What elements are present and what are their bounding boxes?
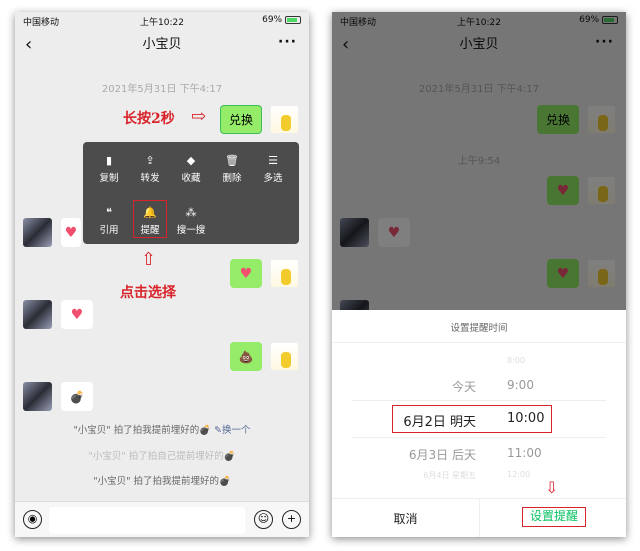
bomb-emoji-icon: 💣 bbox=[69, 389, 85, 404]
change-one-link[interactable]: ✎换一个 bbox=[214, 425, 250, 436]
avatar-me[interactable] bbox=[270, 342, 299, 371]
avatar-me[interactable] bbox=[270, 105, 299, 134]
avatar-friend[interactable] bbox=[23, 382, 52, 411]
message-bubble[interactable]: 💣 bbox=[61, 382, 93, 411]
menu-forward[interactable]: ⇪ 转发 bbox=[130, 154, 170, 184]
menu-delete[interactable]: 🗑 删除 bbox=[212, 154, 252, 184]
message-input[interactable] bbox=[49, 507, 245, 534]
menu-quote[interactable]: ❝ 引用 bbox=[89, 206, 129, 236]
cancel-button[interactable]: 取消 bbox=[332, 510, 479, 527]
arrow-down-icon: ⇩ bbox=[545, 478, 559, 497]
sparkle-icon: ⁂ bbox=[185, 206, 197, 219]
message-bubble[interactable]: 兑换 bbox=[220, 105, 262, 134]
message-bubble[interactable]: ♥ bbox=[230, 259, 262, 288]
pat-message: "小宝贝" 拍了拍自己提前埋好的💣 bbox=[88, 451, 236, 462]
avatar-friend[interactable] bbox=[23, 300, 52, 329]
message-bubble[interactable]: 💩 bbox=[230, 342, 262, 371]
nav-bar: ‹ 小宝贝 ··· bbox=[15, 30, 309, 60]
annotation-tap-select: 点击选择 bbox=[120, 285, 176, 301]
message-bubble[interactable]: ♥ bbox=[61, 300, 93, 329]
menu-remind[interactable]: 🔔 提醒 bbox=[133, 200, 167, 238]
chat-screen-left: 中国移动 上午10:22 69% ‹ 小宝贝 ··· 2021年5月31日 下午… bbox=[15, 12, 309, 537]
menu-copy[interactable]: ▮ 复制 bbox=[89, 154, 129, 184]
battery-icon bbox=[285, 15, 301, 24]
avatar-friend[interactable] bbox=[23, 218, 52, 247]
plus-icon[interactable]: + bbox=[282, 510, 301, 529]
reminder-sheet: 设置提醒时间 8:00 今天 9:00 6月2日 明天 10:00 6月3日 后天 1… bbox=[332, 310, 626, 537]
arrow-right-icon: ⇨ bbox=[191, 106, 207, 127]
more-icon[interactable]: ··· bbox=[278, 27, 297, 57]
menu-multiselect[interactable]: ☰ 多选 bbox=[253, 154, 293, 184]
share-icon: ⇪ bbox=[145, 154, 155, 167]
context-menu: ▮ 复制 ⇪ 转发 ◆ 收藏 🗑 删除 ☰ 多选 ❝ 引用 🔔 提醒 ⁂ 搜一搜 bbox=[83, 142, 299, 244]
emoji-icon[interactable]: ☺ bbox=[254, 510, 273, 529]
arrow-up-icon: ⇧ bbox=[141, 249, 157, 270]
timestamp: 2021年5月31日 下午4:17 bbox=[101, 84, 223, 95]
voice-icon[interactable]: ◉ bbox=[23, 510, 42, 529]
back-icon[interactable]: ‹ bbox=[25, 30, 32, 60]
avatar-me[interactable] bbox=[270, 259, 299, 288]
menu-favorite[interactable]: ◆ 收藏 bbox=[171, 154, 211, 184]
file-icon: ▮ bbox=[105, 154, 113, 167]
pat-message: "小宝贝" 拍了拍我提前埋好的💣 bbox=[73, 425, 212, 436]
sheet-title: 设置提醒时间 bbox=[450, 323, 508, 334]
input-bar: ◉ ☺ + bbox=[15, 501, 309, 537]
list-icon: ☰ bbox=[268, 154, 278, 167]
battery-level: 69% bbox=[262, 15, 283, 25]
status-bar: 中国移动 上午10:22 69% bbox=[15, 12, 309, 30]
chat-title: 小宝贝 bbox=[142, 37, 182, 52]
trash-icon: 🗑 bbox=[225, 154, 239, 167]
set-reminder-button[interactable]: 设置提醒 bbox=[522, 507, 586, 527]
cube-icon: ◆ bbox=[186, 154, 196, 167]
chat-screen-right: 中国移动 上午10:22 69% ‹ 小宝贝 ··· 2021年5月31日 下午… bbox=[332, 12, 626, 537]
menu-search[interactable]: ⁂ 搜一搜 bbox=[171, 206, 211, 236]
pat-message: "小宝贝" 拍了拍我提前埋好的💣 bbox=[93, 476, 231, 487]
annotation-long-press: 长按2秒 bbox=[123, 111, 175, 127]
bell-icon: 🔔 bbox=[143, 206, 157, 219]
poop-emoji-icon: 💩 bbox=[238, 349, 254, 364]
quote-icon: ❝ bbox=[106, 206, 112, 219]
message-bubble[interactable]: ♥ bbox=[61, 218, 81, 247]
